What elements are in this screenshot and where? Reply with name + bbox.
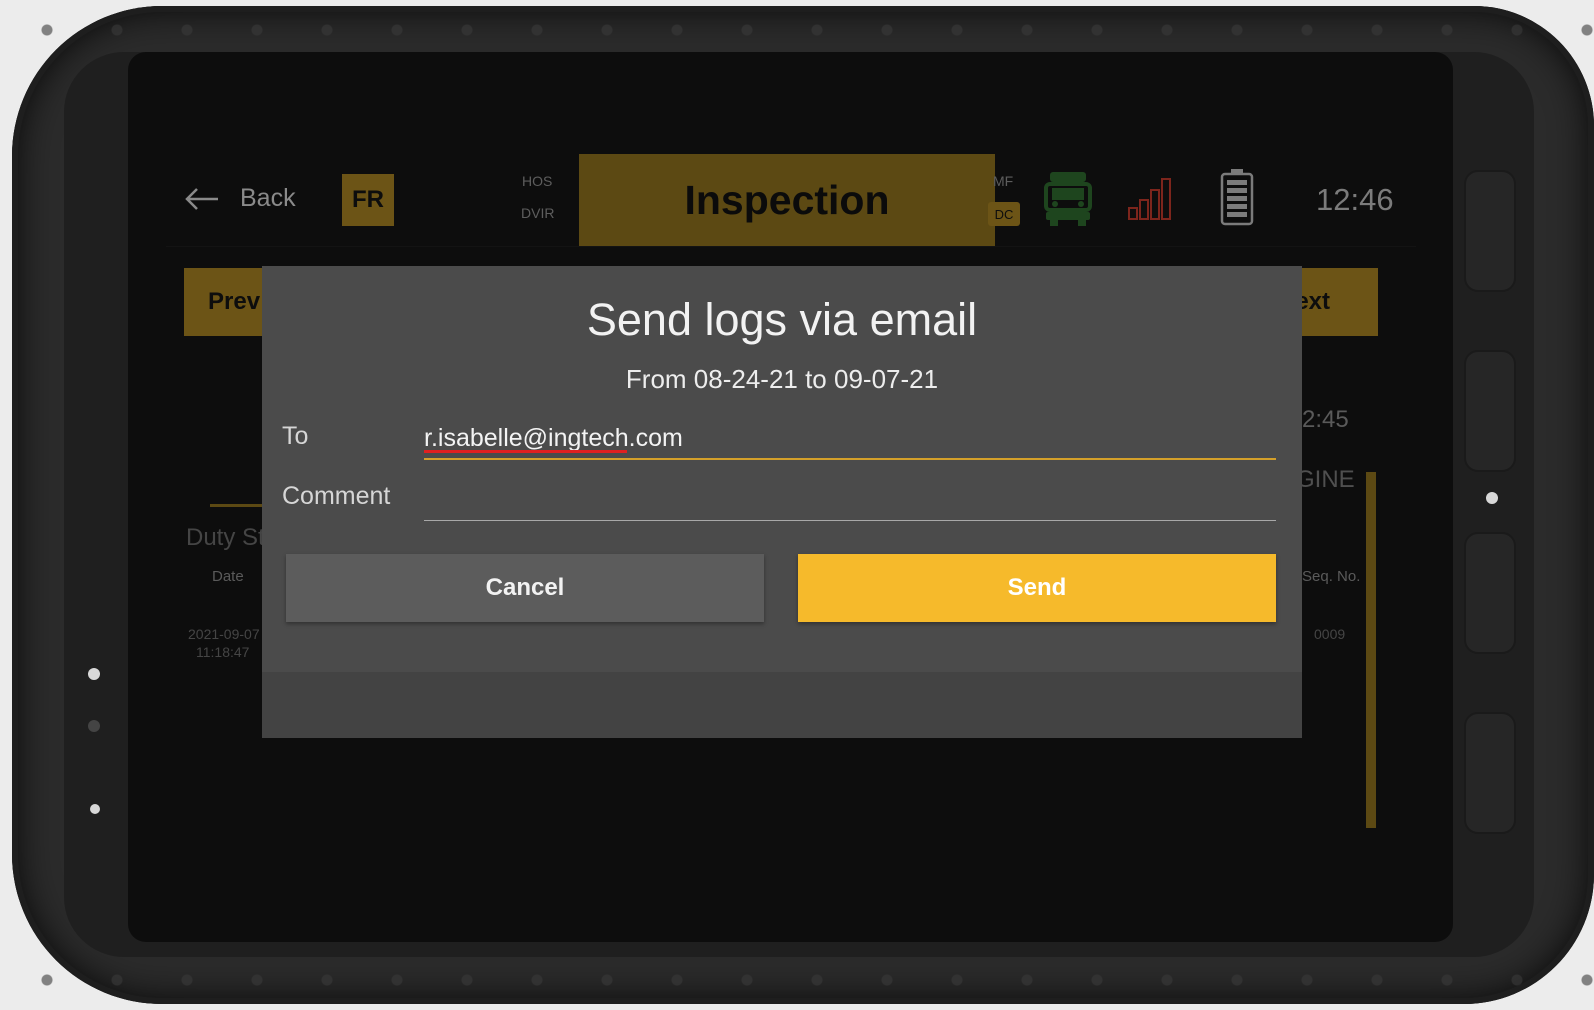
camera-dot	[88, 720, 100, 732]
hardware-button-4[interactable]	[1464, 712, 1516, 834]
to-email-input[interactable]	[424, 418, 1276, 460]
dialog-footer	[262, 672, 1302, 738]
send-logs-dialog: Send logs via email From 08-24-21 to 09-…	[262, 266, 1302, 738]
spellcheck-underline	[424, 450, 627, 453]
comment-label: Comment	[282, 482, 391, 510]
cancel-button[interactable]: Cancel	[286, 554, 764, 622]
led-dot	[88, 668, 100, 680]
send-button[interactable]: Send	[798, 554, 1276, 622]
to-label: To	[282, 422, 309, 450]
comment-input[interactable]	[424, 480, 1276, 521]
dialog-date-range: From 08-24-21 to 09-07-21	[625, 364, 939, 394]
bumper-texture-top	[12, 20, 1594, 40]
hardware-button-3[interactable]	[1464, 532, 1516, 654]
hardware-button-1[interactable]	[1464, 170, 1516, 292]
hardware-button-2[interactable]	[1464, 350, 1516, 472]
dialog-title: Send logs via email	[586, 294, 978, 345]
sensor-dot	[1486, 492, 1498, 504]
mic-dot	[90, 804, 100, 814]
app-screen: Back FR HOS DVIR Inspection MF DC 12:46 …	[166, 154, 1416, 859]
bumper-texture-bottom	[12, 970, 1594, 990]
